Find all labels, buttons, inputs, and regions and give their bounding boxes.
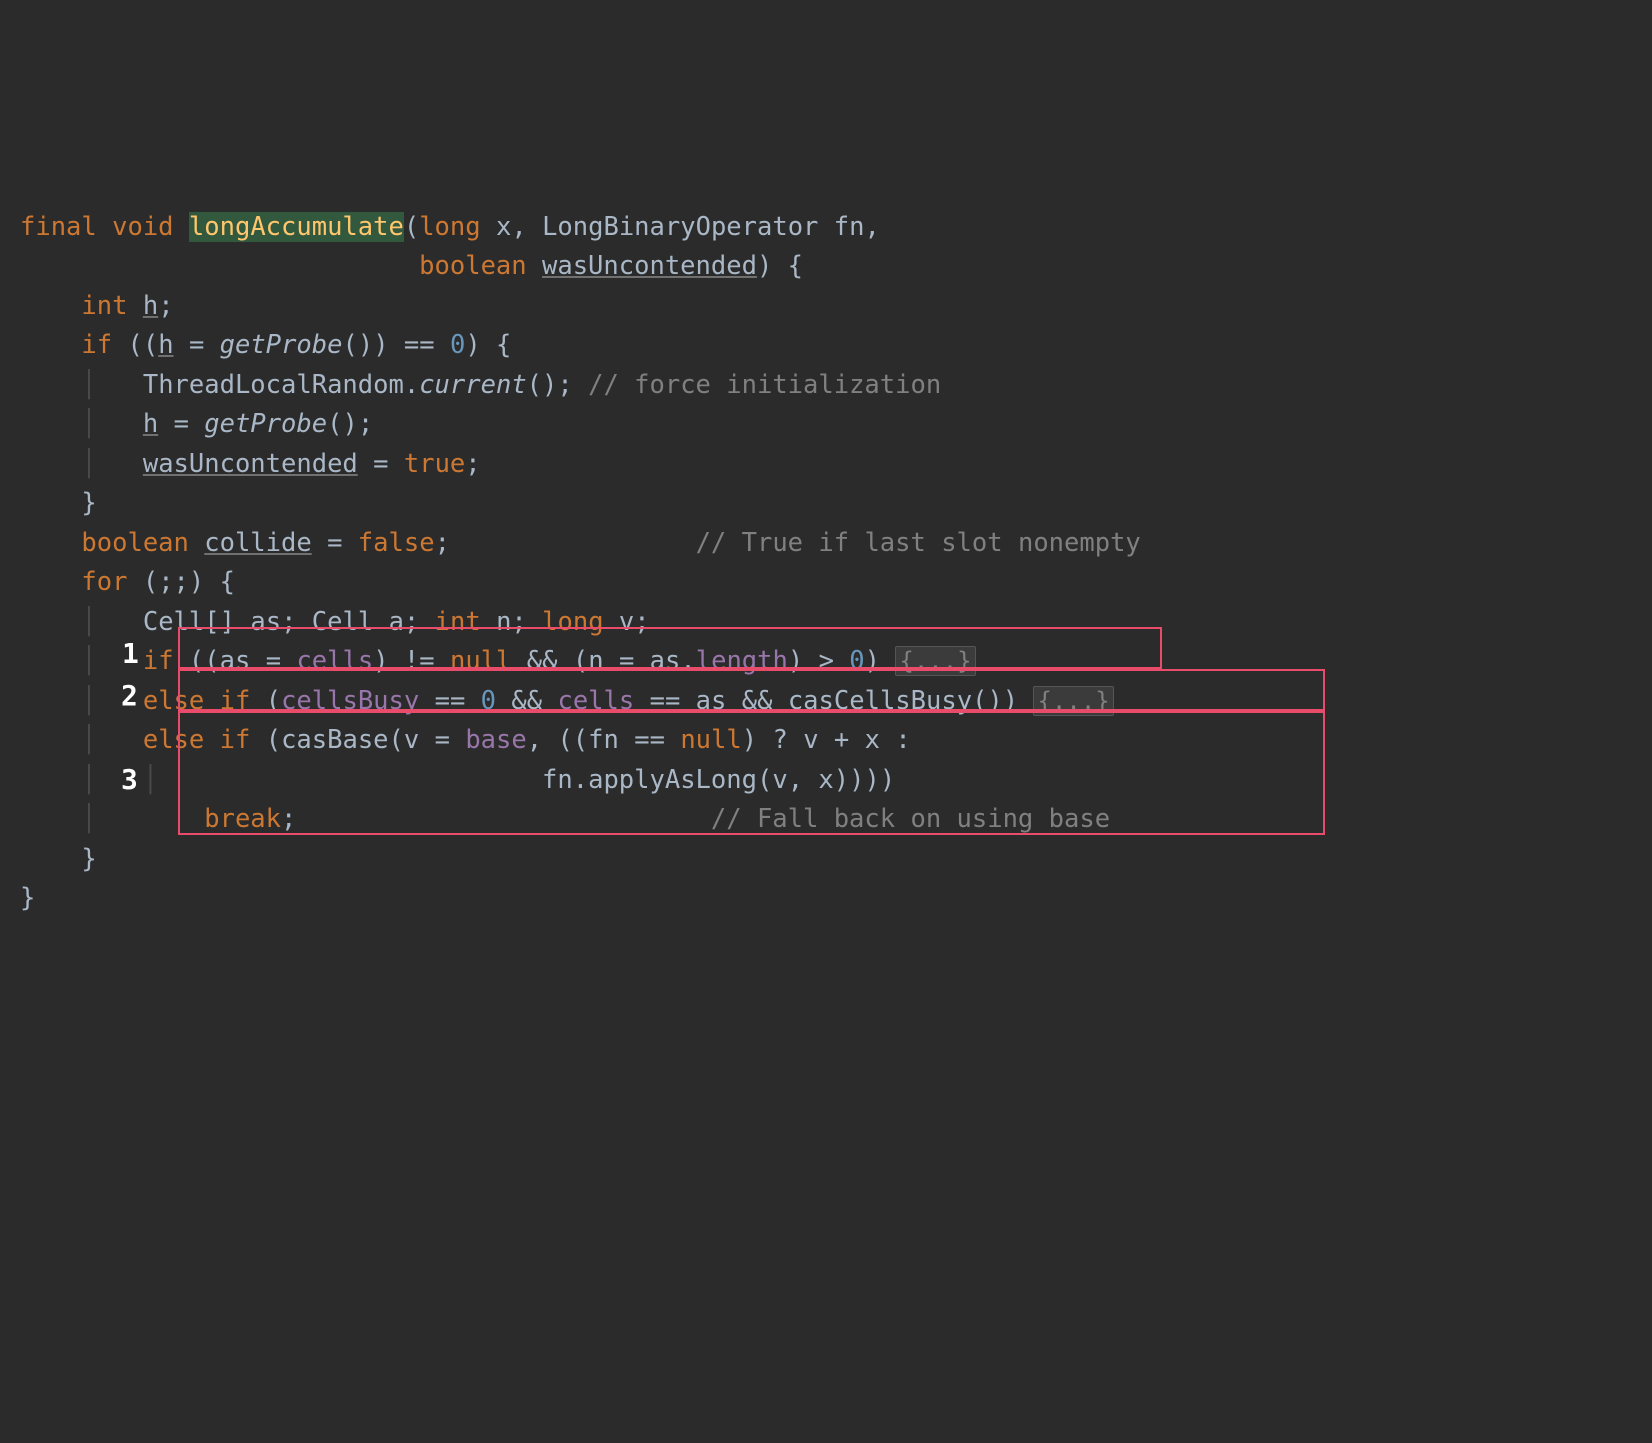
code-line: │ Cell[] as; Cell a; int n; long v; (20, 607, 650, 637)
code-line: if ((h = getProbe()) == 0) { (20, 330, 511, 360)
field-cellsbusy: cellsBusy (281, 686, 419, 716)
type-threadlocalrandom: ThreadLocalRandom (143, 370, 404, 400)
var-collide: collide (204, 528, 311, 558)
code-line: │ │ fn.applyAsLong(v, x)))) (20, 765, 895, 795)
var-h: h (143, 291, 158, 321)
method-name: longAccumulate (189, 212, 404, 242)
keyword-for: for (81, 567, 127, 597)
param-wasuncontended: wasUncontended (542, 251, 757, 281)
code-fold-marker[interactable]: {...} (1033, 686, 1113, 716)
literal-zero: 0 (450, 330, 465, 360)
keyword-false: false (358, 528, 435, 558)
code-editor-pane[interactable]: final void longAccumulate(long x, LongBi… (20, 168, 1632, 1235)
field-cells: cells (296, 646, 373, 676)
keyword-boolean: boolean (419, 251, 526, 281)
var-as: as (250, 607, 281, 637)
operator-eqeq: == (404, 330, 435, 360)
code-fold-marker[interactable]: {...} (895, 646, 975, 676)
var-h: h (143, 409, 158, 439)
code-line: boolean wasUncontended) { (20, 251, 803, 281)
code-line: │ wasUncontended = true; (20, 449, 481, 479)
keyword-break: break (204, 804, 281, 834)
code-line: │ else if (casBase(v = base, ((fn == nul… (20, 725, 911, 755)
punct: ( (404, 212, 419, 242)
keyword-true: true (404, 449, 465, 479)
call-getprobe: getProbe (220, 330, 343, 360)
call-applyaslong: applyAsLong (588, 765, 757, 795)
keyword-null: null (450, 646, 511, 676)
keyword-void: void (112, 212, 173, 242)
field-length: length (696, 646, 788, 676)
var-h: h (158, 330, 173, 360)
code-line: │ ThreadLocalRandom.current(); // force … (20, 370, 941, 400)
code-line: } (20, 883, 35, 913)
var-n: n (496, 607, 511, 637)
call-casbase: casBase (281, 725, 388, 755)
keyword-if: if (81, 330, 112, 360)
code-line: │ h = getProbe(); (20, 409, 373, 439)
param-x: x (496, 212, 511, 242)
code-line: } (20, 844, 97, 874)
code-line: │ break; // Fall back on using base (20, 804, 1110, 834)
call-current: current (419, 370, 526, 400)
var-wasuncontended: wasUncontended (143, 449, 358, 479)
keyword-final: final (20, 212, 97, 242)
param-fn: fn (834, 212, 865, 242)
type-cell: Cell (143, 607, 204, 637)
code-line: │ else if (cellsBusy == 0 && cells == as… (20, 686, 1114, 716)
comment: // force initialization (588, 370, 941, 400)
indent-guide: │ (81, 370, 96, 400)
code-line: } (20, 488, 97, 518)
keyword-else: else (143, 686, 204, 716)
code-line: for (;;) { (20, 567, 235, 597)
var-a: a (389, 607, 404, 637)
comment: // True if last slot nonempty (696, 528, 1141, 558)
call-cascellsbusy: casCellsBusy (788, 686, 972, 716)
call-getprobe: getProbe (204, 409, 327, 439)
keyword-if: if (143, 646, 174, 676)
var-v: v (619, 607, 634, 637)
keyword-int: int (81, 291, 127, 321)
code-line: int h; (20, 291, 174, 321)
field-base: base (465, 725, 526, 755)
code-line: │ if ((as = cells) != null && (n = as.le… (20, 646, 976, 676)
keyword-long: long (419, 212, 480, 242)
type-longbinaryoperator: LongBinaryOperator (542, 212, 818, 242)
comment: // Fall back on using base (711, 804, 1110, 834)
code-line: boolean collide = false; // True if last… (20, 528, 1141, 558)
code-line: final void longAccumulate(long x, LongBi… (20, 212, 880, 242)
keyword-boolean: boolean (81, 528, 188, 558)
